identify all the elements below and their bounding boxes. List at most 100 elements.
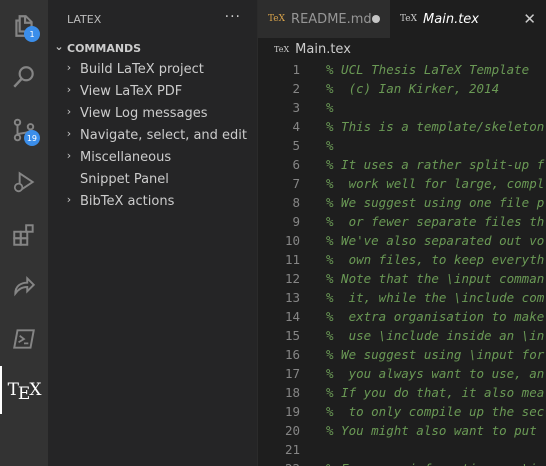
tex-file-icon: TeX (274, 44, 290, 54)
tex-file-icon: TeX (400, 14, 418, 24)
more-actions-icon[interactable]: ··· (225, 9, 241, 25)
source-control-button[interactable]: 19 (0, 106, 48, 154)
code-line[interactable]: 16 % We suggest using \input for (258, 345, 546, 364)
explorer-button[interactable]: 1 (0, 2, 48, 50)
extensions-icon (13, 224, 34, 246)
tab-readme[interactable]: TeX README.md (258, 0, 390, 38)
tree-item-view-log[interactable]: › View Log messages (48, 102, 257, 124)
line-number: 15 (284, 328, 300, 343)
code-text[interactable]: % (c) Ian Kirker, 2014 (326, 81, 499, 96)
code-editor[interactable]: 1 % UCL Thesis LaTeX Template 2 % (c) Ian K… (258, 60, 546, 466)
tree-item-label: Snippet Panel (80, 171, 169, 187)
code-line[interactable]: 9 % or fewer separate files th (258, 212, 546, 231)
line-number: 17 (284, 366, 300, 381)
breadcrumb-file[interactable]: Main.tex (295, 42, 351, 57)
line-number: 2 (292, 81, 300, 96)
close-icon[interactable]: ✕ (523, 10, 536, 28)
code-line[interactable]: 8 % We suggest using one file p (258, 193, 546, 212)
code-line[interactable]: 3% (258, 98, 546, 117)
code-text[interactable]: % own files, to keep everyth (326, 252, 544, 267)
code-text[interactable]: % For more information on \in (326, 461, 544, 466)
chevron-right-icon: › (66, 83, 72, 96)
tab-main-tex[interactable]: TeX Main.tex ✕ (390, 0, 546, 38)
code-text[interactable]: % it, while the \include com (326, 290, 544, 305)
tree-item-bibtex[interactable]: › BibTeX actions (48, 190, 257, 212)
tex-file-icon: TeX (268, 14, 286, 24)
code-line[interactable]: 22 % For more information on \in (258, 459, 546, 466)
line-number: 1 (292, 62, 300, 77)
code-line[interactable]: 2 % (c) Ian Kirker, 2014 (258, 79, 546, 98)
search-button[interactable] (0, 53, 48, 101)
code-text[interactable]: % We've also separated out vo (326, 233, 544, 248)
code-line[interactable]: 17 % you always want to use, an (258, 364, 546, 383)
code-line[interactable]: 21 (258, 440, 546, 459)
tree-item-label: View LaTeX PDF (80, 83, 183, 99)
line-number: 14 (284, 309, 300, 324)
code-text[interactable]: % You might also want to put (326, 423, 537, 438)
code-line[interactable]: 18 % If you do that, it also mea (258, 383, 546, 402)
code-text[interactable]: % We suggest using one file p (326, 195, 544, 210)
code-text[interactable]: % work well for large, compl (326, 176, 544, 191)
extensions-button[interactable] (0, 211, 48, 259)
line-number: 7 (292, 176, 300, 191)
code-line[interactable]: 11 % own files, to keep everyth (258, 250, 546, 269)
live-share-icon (14, 275, 36, 297)
code-text[interactable]: % use \include inside an \in (326, 328, 544, 343)
line-number: 19 (284, 404, 300, 419)
code-line[interactable]: 4 % This is a template/skeleton (258, 117, 546, 136)
code-line[interactable]: 13 % it, while the \include com (258, 288, 546, 307)
run-debug-button[interactable] (0, 158, 48, 206)
code-line[interactable]: 19 % to only compile up the sec (258, 402, 546, 421)
line-number: 16 (284, 347, 300, 362)
code-text[interactable]: % or fewer separate files th (326, 214, 544, 229)
code-text[interactable]: % UCL Thesis LaTeX Template (326, 62, 529, 77)
tree-item-navigate[interactable]: › Navigate, select, and edit (48, 124, 257, 146)
line-number: 18 (284, 385, 300, 400)
tex-icon: TEX (7, 380, 42, 404)
code-line[interactable]: 5% (258, 136, 546, 155)
chevron-right-icon: › (66, 149, 72, 162)
line-number: 11 (284, 252, 300, 267)
code-line[interactable]: 7 % work well for large, compl (258, 174, 546, 193)
powershell-button[interactable] (0, 315, 48, 363)
code-line[interactable]: 15 % use \include inside an \in (258, 326, 546, 345)
code-text[interactable]: % It uses a rather split-up f (326, 157, 544, 172)
code-text[interactable]: % If you do that, it also mea (326, 385, 544, 400)
tree-item-label: View Log messages (80, 105, 208, 121)
line-number: 3 (292, 100, 300, 115)
line-number: 10 (284, 233, 300, 248)
modified-dot-icon[interactable] (372, 15, 380, 23)
tree-item-label: Build LaTeX project (80, 61, 204, 77)
breadcrumb[interactable]: TeX Main.tex (258, 38, 546, 60)
tab-label: README.md (291, 11, 372, 27)
code-text[interactable]: % you always want to use, an (326, 366, 544, 381)
remote-explorer-button[interactable] (0, 263, 48, 311)
tab-bar: TeX README.md TeX Main.tex ✕ (258, 0, 546, 38)
code-text[interactable]: % (326, 100, 334, 115)
commands-section[interactable]: ⌄ COMMANDS (48, 38, 257, 58)
code-text[interactable]: % This is a template/skeleton (326, 119, 544, 134)
line-number: 13 (284, 290, 300, 305)
tree-item-build[interactable]: › Build LaTeX project (48, 58, 257, 80)
tree-item-label: BibTeX actions (80, 193, 175, 209)
chevron-right-icon: › (66, 127, 72, 140)
tree-item-view-pdf[interactable]: › View LaTeX PDF (48, 80, 257, 102)
code-line[interactable]: 20 % You might also want to put (258, 421, 546, 440)
code-line[interactable]: 6 % It uses a rather split-up f (258, 155, 546, 174)
line-number: 6 (292, 157, 300, 172)
chevron-right-icon: › (66, 61, 72, 74)
code-text[interactable]: % We suggest using \input for (326, 347, 544, 362)
line-number: 21 (284, 442, 300, 457)
tex-button[interactable]: TEX (0, 366, 48, 414)
code-text[interactable]: % Note that the \input comman (326, 271, 544, 286)
code-line[interactable]: 1 % UCL Thesis LaTeX Template (258, 60, 546, 79)
code-text[interactable]: % to only compile up the sec (326, 404, 544, 419)
code-line[interactable]: 12 % Note that the \input comman (258, 269, 546, 288)
explorer-badge: 1 (24, 26, 40, 42)
tree-item-snippet-panel[interactable]: Snippet Panel (48, 168, 257, 190)
code-text[interactable]: % extra organisation to make (326, 309, 544, 324)
code-line[interactable]: 10 % We've also separated out vo (258, 231, 546, 250)
code-text[interactable]: % (326, 138, 334, 153)
tree-item-misc[interactable]: › Miscellaneous (48, 146, 257, 168)
code-line[interactable]: 14 % extra organisation to make (258, 307, 546, 326)
